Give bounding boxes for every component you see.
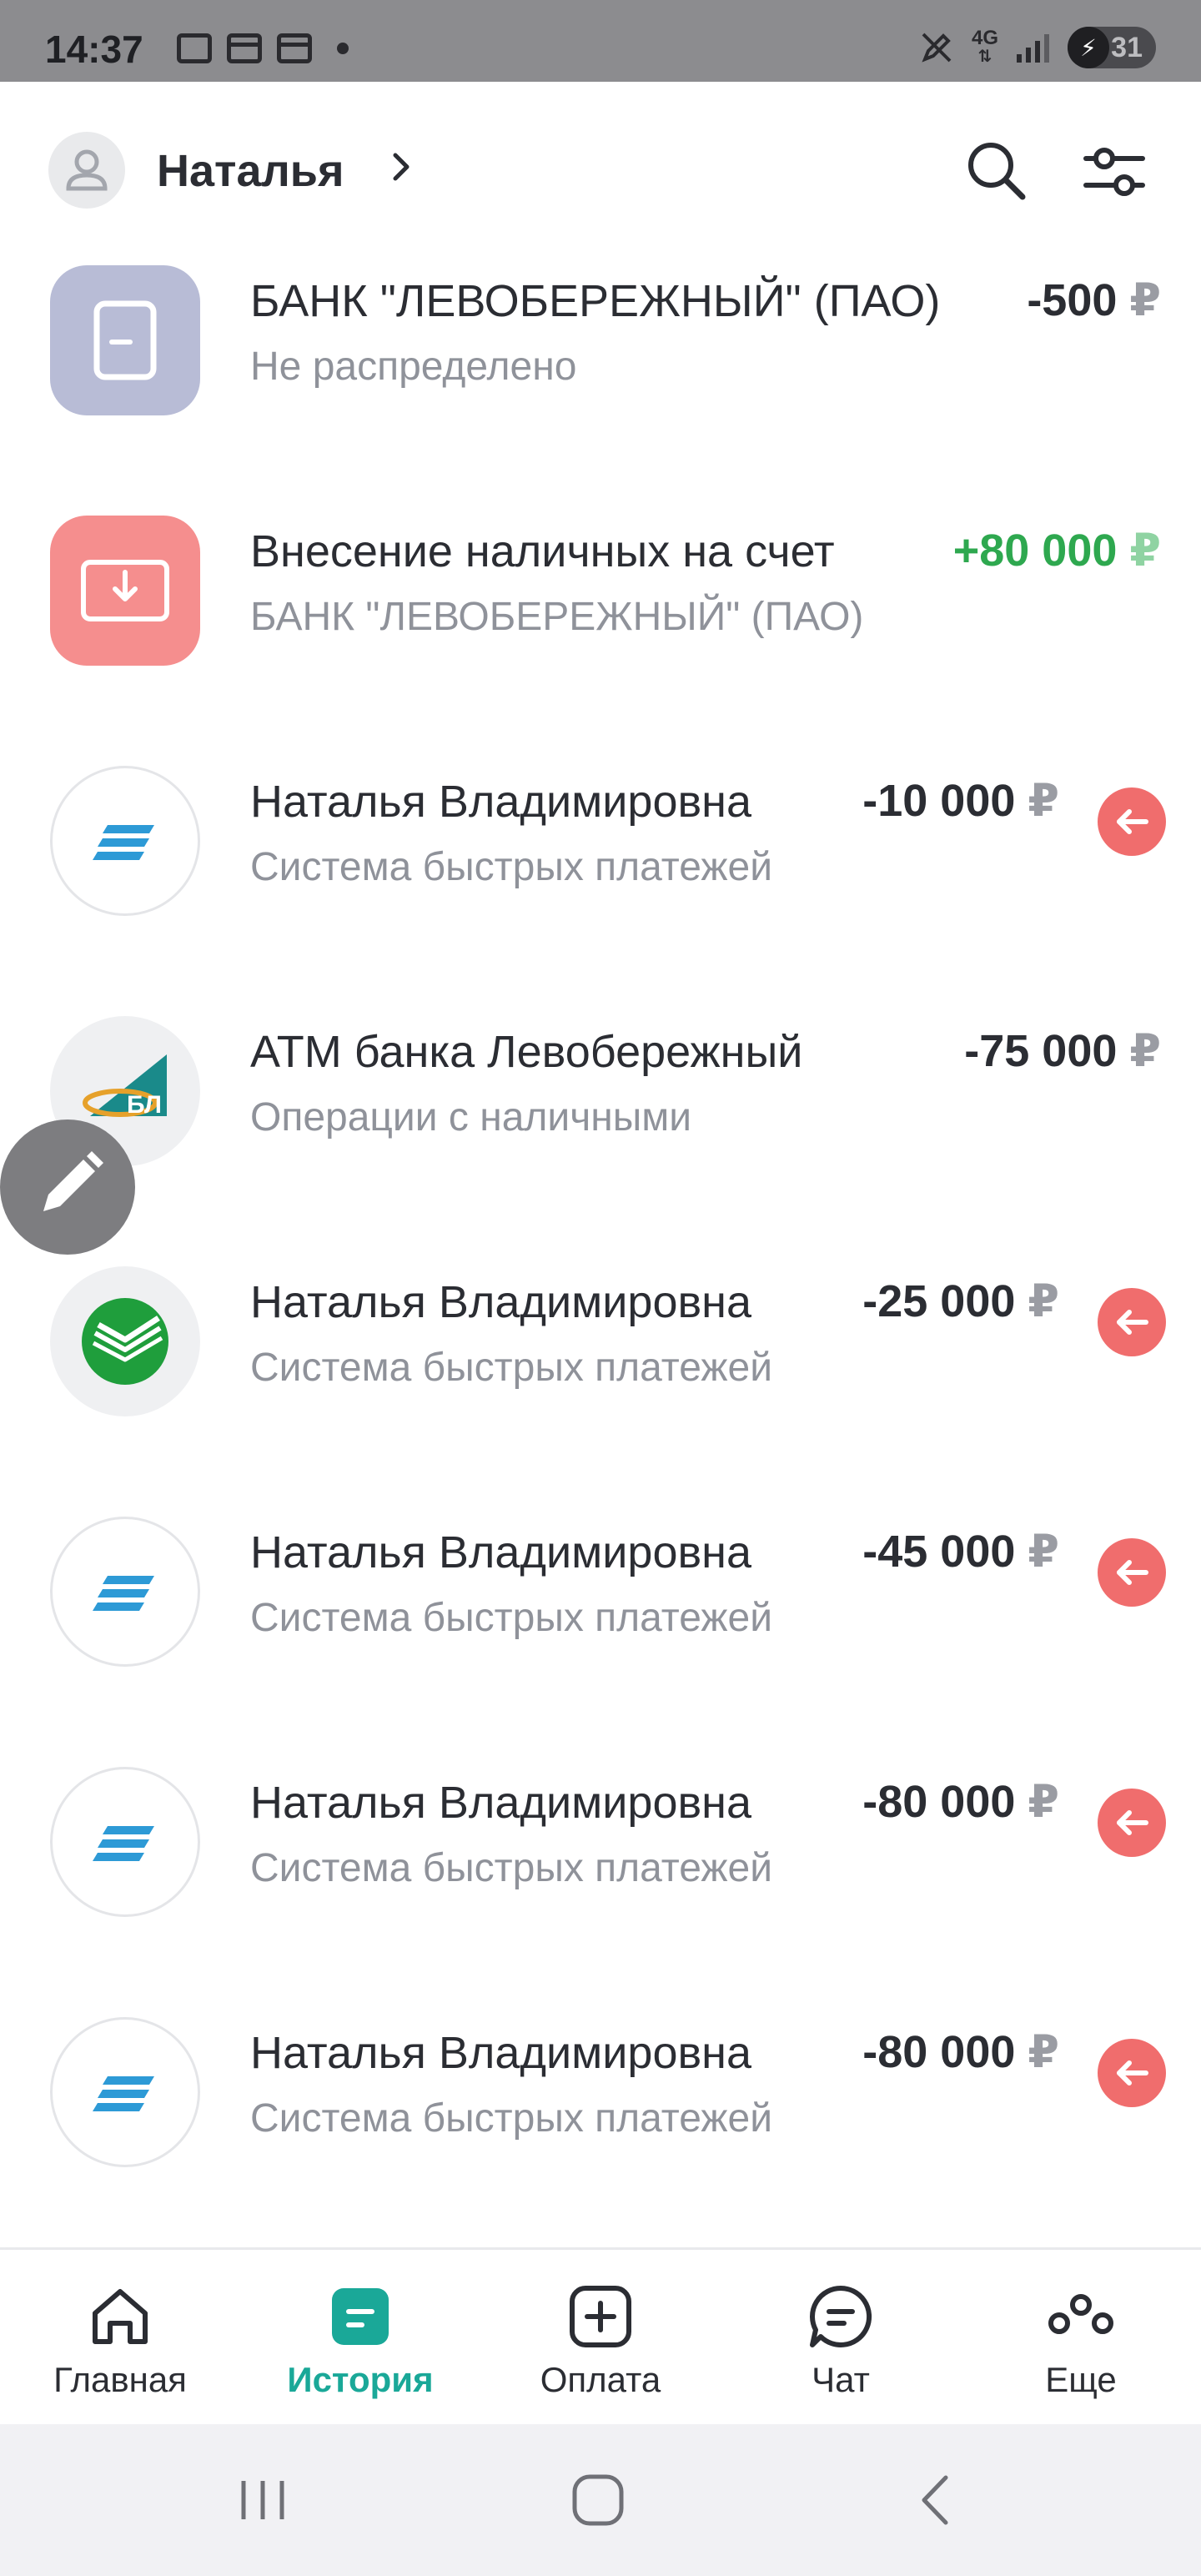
nav-more[interactable]: Еще	[961, 2250, 1201, 2427]
transaction-row[interactable]: БЛ АТМ банка Левобережный Операции с нал…	[0, 1008, 1201, 1258]
more-icon	[1048, 2294, 1113, 2334]
return-arrow-icon	[1098, 2039, 1166, 2107]
transaction-subtitle: Не распределено	[250, 345, 577, 389]
transaction-title: Наталья Владимировна	[250, 1276, 817, 1328]
transaction-subtitle: БАНК "ЛЕВОБЕРЕЖНЫЙ" (ПАО)	[250, 595, 864, 639]
svg-text:БЛ: БЛ	[127, 1091, 162, 1119]
home-icon	[93, 2289, 148, 2344]
status-bar: 14:37 4G ⇅ ⚡ 31	[0, 0, 1201, 82]
back-icon[interactable]	[897, 2471, 972, 2529]
transaction-amount: -80 000 ₽	[862, 2027, 1059, 2077]
transaction-row[interactable]: БАНК "ЛЕВОБЕРЕЖНЫЙ" (ПАО) Не распределен…	[0, 257, 1201, 507]
transaction-subtitle: Операции с наличными	[250, 1095, 692, 1140]
transaction-row[interactable]: Наталья Владимировна Система быстрых пла…	[0, 1258, 1201, 1508]
nav-chat[interactable]: Чат	[721, 2250, 961, 2427]
battery-level: 31	[1111, 31, 1143, 63]
sbp-icon	[50, 1767, 200, 1917]
chat-icon	[810, 2285, 872, 2347]
signal-icon	[1017, 33, 1049, 63]
edit-button[interactable]	[0, 1119, 135, 1255]
nav-home[interactable]: Главная	[0, 2250, 240, 2427]
filter-icon[interactable]	[1076, 133, 1151, 209]
nav-payment[interactable]: Оплата	[480, 2250, 721, 2427]
return-arrow-icon	[1098, 1789, 1166, 1857]
transaction-subtitle: Система быстрых платежей	[250, 845, 773, 889]
transactions-list: БАНК "ЛЕВОБЕРЕЖНЫЙ" (ПАО) Не распределен…	[0, 249, 1201, 2247]
transaction-subtitle: Система быстрых платежей	[250, 1346, 773, 1390]
transaction-title: Наталья Владимировна	[250, 1777, 817, 1829]
return-arrow-icon	[1098, 1538, 1166, 1607]
system-icons: 4G ⇅ ⚡ 31	[920, 27, 1156, 68]
profile-name[interactable]: Наталья	[157, 145, 344, 197]
home-button-icon[interactable]	[560, 2471, 636, 2529]
nav-label: История	[287, 2360, 434, 2399]
transaction-title: Внесение наличных на счет	[250, 526, 917, 577]
system-navigation-bar	[0, 2424, 1201, 2576]
plus-square-icon	[570, 2286, 631, 2347]
return-arrow-icon	[1098, 787, 1166, 856]
sbp-icon	[50, 1517, 200, 1667]
network-type: 4G ⇅	[971, 27, 998, 67]
battery-icon: ⚡ 31	[1068, 27, 1156, 68]
document-icon	[50, 265, 200, 415]
transaction-title: Наталья Владимировна	[250, 1527, 817, 1578]
transaction-row[interactable]: Наталья Владимировна Система быстрых пла…	[0, 1758, 1201, 2009]
nav-label: Главная	[53, 2360, 187, 2399]
transaction-subtitle: Система быстрых платежей	[250, 2096, 773, 2141]
transaction-amount: -75 000 ₽	[964, 1026, 1161, 1076]
more-notifications-dot-icon	[337, 43, 349, 54]
transaction-subtitle: Система быстрых платежей	[250, 1596, 773, 1640]
transaction-row[interactable]: Наталья Владимировна Система быстрых пла…	[0, 757, 1201, 1008]
nav-history[interactable]: История	[240, 2250, 480, 2427]
transaction-amount: -80 000 ₽	[862, 1777, 1059, 1827]
transaction-row[interactable]: Внесение наличных на счет БАНК "ЛЕВОБЕРЕ…	[0, 507, 1201, 757]
transaction-title: БАНК "ЛЕВОБЕРЕЖНЫЙ" (ПАО)	[250, 275, 1001, 327]
transaction-row[interactable]: Наталья Владимировна Система быстрых пла…	[0, 1508, 1201, 1758]
history-icon	[332, 2288, 389, 2345]
transaction-amount: -45 000 ₽	[862, 1527, 1059, 1577]
transaction-amount: -25 000 ₽	[862, 1276, 1059, 1326]
avatar[interactable]	[48, 132, 125, 209]
user-icon	[66, 149, 108, 191]
transaction-title: АТМ банка Левобережный	[250, 1026, 917, 1078]
transaction-amount: +80 000 ₽	[952, 526, 1161, 576]
transaction-amount: -500 ₽	[1027, 275, 1161, 325]
nav-label: Еще	[1045, 2360, 1117, 2399]
transaction-title: Наталья Владимировна	[250, 2027, 817, 2079]
screenshot-icon	[177, 33, 212, 63]
status-time: 14:37	[45, 28, 143, 71]
nav-label: Оплата	[540, 2360, 661, 2399]
app-header: Наталья	[0, 82, 1201, 249]
notification-icons	[177, 33, 349, 63]
transaction-row[interactable]: Наталья Владимировна Система быстрых пла…	[0, 2009, 1201, 2247]
calendar-icon	[277, 33, 312, 63]
pencil-icon	[43, 1151, 103, 1211]
transaction-amount: -10 000 ₽	[862, 776, 1059, 826]
bottom-navigation: Главная История Оплата Чат Еще	[0, 2247, 1201, 2424]
transaction-subtitle: Система быстрых платежей	[250, 1846, 773, 1890]
chevron-right-icon[interactable]	[385, 150, 419, 184]
charging-icon: ⚡	[1068, 27, 1109, 68]
sbp-icon	[50, 766, 200, 916]
cash-deposit-icon	[50, 516, 200, 666]
search-icon[interactable]	[959, 133, 1034, 209]
sberbank-logo	[50, 1266, 200, 1416]
nav-label: Чат	[812, 2360, 870, 2399]
sbp-icon	[50, 2017, 200, 2167]
pen-off-icon	[922, 33, 952, 63]
return-arrow-icon	[1098, 1288, 1166, 1356]
recent-apps-icon[interactable]	[225, 2471, 300, 2529]
transaction-title: Наталья Владимировна	[250, 776, 817, 828]
calendar-icon	[227, 33, 262, 63]
